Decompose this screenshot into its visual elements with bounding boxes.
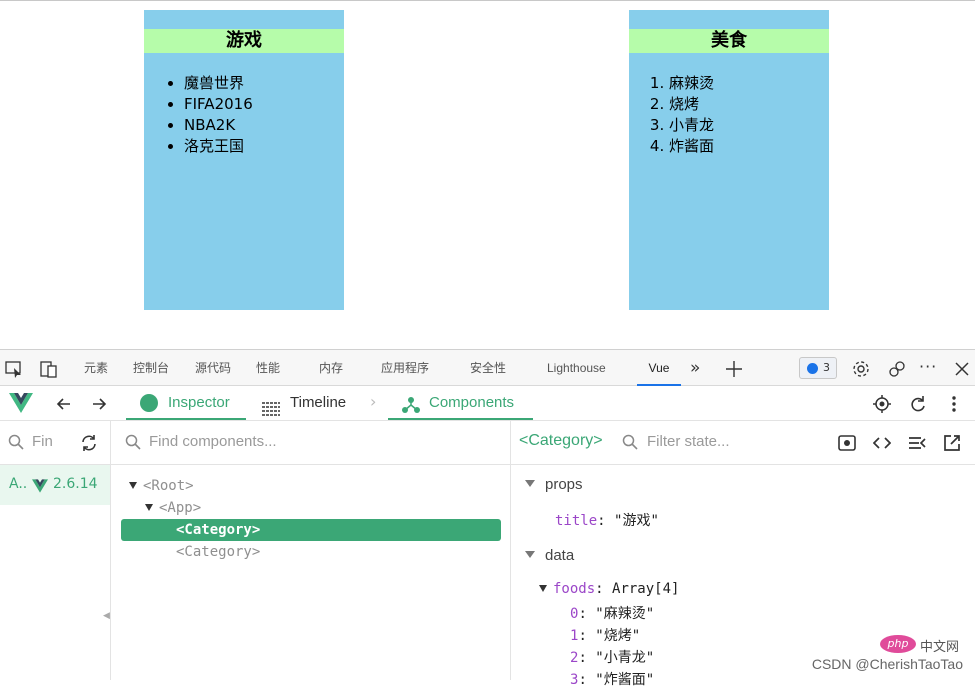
data-section-header[interactable]: data bbox=[525, 547, 574, 564]
php-watermark-logo: php bbox=[880, 635, 916, 653]
card-list: 魔兽世界 FIFA2016 NBA2K 洛克王国 bbox=[144, 73, 344, 157]
category-card-food: 美食 麻辣烫 烧烤 小青龙 炸酱面 bbox=[629, 10, 829, 310]
tab-console[interactable]: 控制台 bbox=[133, 350, 169, 386]
inspect-element-icon[interactable] bbox=[4, 359, 24, 379]
search-icon bbox=[622, 434, 638, 454]
category-card-games: 游戏 魔兽世界 FIFA2016 NBA2K 洛克王国 bbox=[144, 10, 344, 310]
component-tree-pane: Find components... <Root> <App> <Categor… bbox=[111, 421, 511, 680]
page-top-border bbox=[0, 0, 975, 1]
components-search-row: Find components... bbox=[111, 421, 510, 465]
tree-node-category-selected[interactable]: <Category> bbox=[176, 519, 260, 541]
apps-search-row: Fin bbox=[0, 421, 110, 465]
tab-application[interactable]: 应用程序 bbox=[381, 350, 429, 386]
vue-devtools-toolbar: Inspector Timeline › Components bbox=[0, 387, 975, 421]
expand-triangle-icon[interactable] bbox=[129, 482, 137, 489]
scroll-to-component-icon[interactable] bbox=[838, 434, 856, 456]
list-item: 烧烤 bbox=[669, 94, 829, 115]
more-tabs-icon[interactable]: » bbox=[690, 359, 710, 379]
apps-search-input[interactable]: Fin bbox=[32, 433, 56, 450]
foods-item-row[interactable]: 1: "烧烤" bbox=[570, 625, 640, 645]
foods-item-row[interactable]: 3: "炸酱面" bbox=[570, 669, 654, 689]
search-icon bbox=[8, 434, 24, 454]
state-header: <Category> Filter state... bbox=[511, 421, 975, 465]
tree-node-category[interactable]: <Category> bbox=[176, 541, 260, 563]
foods-item-row[interactable]: 0: "麻辣烫" bbox=[570, 603, 654, 623]
card-list: 麻辣烫 烧烤 小青龙 炸酱面 bbox=[629, 73, 829, 157]
tab-elements[interactable]: 元素 bbox=[84, 350, 108, 386]
forward-arrow-icon[interactable] bbox=[89, 394, 109, 414]
open-in-editor-icon[interactable] bbox=[943, 434, 961, 456]
tab-security[interactable]: 安全性 bbox=[470, 350, 506, 386]
tab-inspector[interactable]: Inspector bbox=[126, 387, 246, 420]
vue-logo-icon bbox=[32, 478, 48, 497]
inspect-dom-icon[interactable] bbox=[873, 434, 891, 456]
message-icon bbox=[807, 363, 818, 374]
apps-pane: Fin A.. 2.6.14 ◀ bbox=[0, 421, 111, 680]
list-item: 炸酱面 bbox=[669, 136, 829, 157]
device-toolbar-icon[interactable] bbox=[39, 359, 59, 379]
list-item: FIFA2016 bbox=[184, 94, 344, 115]
tab-lighthouse[interactable]: Lighthouse bbox=[547, 350, 606, 386]
list-item: 魔兽世界 bbox=[184, 73, 344, 94]
foods-array-row[interactable]: foods: Array[4] bbox=[539, 581, 679, 597]
tab-sources[interactable]: 源代码 bbox=[195, 350, 231, 386]
watermark-text: CSDN @CherishTaoTao bbox=[812, 656, 963, 672]
expand-triangle-icon[interactable] bbox=[539, 585, 547, 592]
tree-node-app[interactable]: <App> bbox=[145, 497, 201, 519]
settings-gear-icon[interactable] bbox=[851, 359, 871, 379]
list-item: 小青龙 bbox=[669, 115, 829, 136]
tab-components[interactable]: Components bbox=[388, 387, 533, 420]
more-options-icon[interactable]: ··· bbox=[919, 359, 939, 379]
tab-memory[interactable]: 内存 bbox=[319, 350, 343, 386]
app-list-item[interactable]: A.. 2.6.14 bbox=[0, 465, 110, 505]
refresh-apps-icon[interactable] bbox=[80, 434, 98, 456]
devtools-panel: 元素 控制台 源代码 性能 内存 应用程序 安全性 Lighthouse Vue… bbox=[0, 349, 975, 679]
collapse-triangle-icon[interactable] bbox=[525, 551, 535, 558]
kebab-menu-icon[interactable] bbox=[944, 394, 964, 414]
filter-state-input[interactable]: Filter state... bbox=[647, 433, 730, 450]
tab-performance[interactable]: 性能 bbox=[256, 350, 280, 386]
refresh-icon[interactable] bbox=[908, 394, 928, 414]
devtools-tab-bar: 元素 控制台 源代码 性能 内存 应用程序 安全性 Lighthouse Vue… bbox=[0, 350, 975, 386]
watermark-site: 中文网 bbox=[920, 636, 959, 655]
card-title: 游戏 bbox=[144, 29, 344, 53]
list-item: 洛克王国 bbox=[184, 136, 344, 157]
list-item: 麻辣烫 bbox=[669, 73, 829, 94]
list-item: NBA2K bbox=[184, 115, 344, 136]
vue-logo-icon bbox=[9, 393, 33, 417]
chevron-right-icon: › bbox=[370, 392, 376, 411]
expand-triangle-icon[interactable] bbox=[145, 504, 153, 511]
issues-badge[interactable]: 3 bbox=[799, 357, 837, 379]
collapse-triangle-icon[interactable] bbox=[525, 480, 535, 487]
add-tab-icon[interactable] bbox=[724, 359, 744, 379]
close-icon[interactable] bbox=[952, 359, 972, 379]
compass-icon bbox=[140, 394, 158, 412]
tree-node-root[interactable]: <Root> bbox=[129, 475, 194, 497]
find-components-input[interactable]: Find components... bbox=[149, 433, 277, 450]
foods-item-row[interactable]: 2: "小青龙" bbox=[570, 647, 654, 667]
prop-title-row[interactable]: title: "游戏" bbox=[555, 510, 659, 530]
back-arrow-icon[interactable] bbox=[54, 394, 74, 414]
target-select-icon[interactable] bbox=[872, 394, 892, 414]
show-render-code-icon[interactable] bbox=[908, 434, 926, 456]
selected-component-name: <Category> bbox=[519, 432, 603, 450]
card-title: 美食 bbox=[629, 29, 829, 53]
tab-timeline[interactable]: Timeline bbox=[262, 387, 362, 420]
collapse-handle-icon[interactable]: ◀ bbox=[103, 611, 110, 621]
tab-vue[interactable]: Vue bbox=[637, 350, 681, 386]
props-section-header[interactable]: props bbox=[525, 476, 583, 493]
search-icon bbox=[125, 434, 141, 454]
customize-devtools-icon[interactable] bbox=[887, 359, 907, 379]
